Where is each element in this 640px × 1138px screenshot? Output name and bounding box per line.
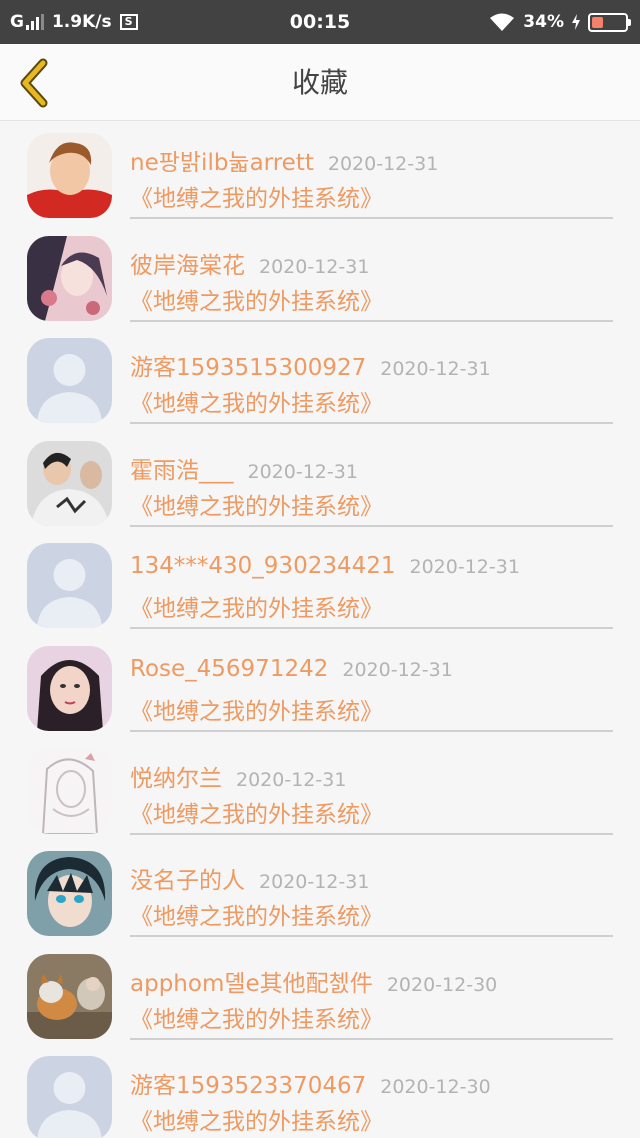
book-title[interactable]: 《地缚之我的外挂系统》 <box>130 589 383 623</box>
avatar[interactable] <box>27 235 112 321</box>
divider <box>130 729 613 732</box>
divider <box>130 935 613 938</box>
user-name[interactable]: 游客1593515300927 <box>130 355 366 381</box>
book-title[interactable]: 《地缚之我的外挂系统》 <box>130 384 383 418</box>
header: 收藏 <box>0 44 640 121</box>
list-item[interactable]: apphom뎰e其他配쳀件 2020-12-30 《地缚之我的外挂系统》 <box>0 942 640 1045</box>
item-date: 2020-12-31 <box>247 460 358 483</box>
book-title[interactable]: 《地缚之我的外挂系统》 <box>130 692 383 726</box>
item-header: Rose_456971242 2020-12-31 <box>130 656 620 688</box>
book-title[interactable]: 《地缚之我的外挂系统》 <box>130 282 383 316</box>
item-header: 没名子的人 2020-12-31 <box>130 861 620 894</box>
user-name[interactable]: Rose_456971242 <box>130 656 328 682</box>
divider <box>130 524 613 527</box>
battery-percent: 34% <box>523 12 564 32</box>
avatar[interactable] <box>27 440 112 526</box>
list-item[interactable]: 134***430_930234421 2020-12-31 《地缚之我的外挂系统》 <box>0 531 640 634</box>
list-item[interactable]: 游客1593515300927 2020-12-31 《地缚之我的外挂系统》 <box>0 326 640 429</box>
item-date: 2020-12-31 <box>259 871 370 894</box>
list-item[interactable]: Rose_456971242 2020-12-31 《地缚之我的外挂系统》 <box>0 634 640 737</box>
item-header: apphom뎰e其他配쳀件 2020-12-30 <box>130 964 620 997</box>
book-title[interactable]: 《地缚之我的外挂系统》 <box>130 1000 383 1034</box>
user-name[interactable]: apphom뎰e其他配쳀件 <box>130 971 373 997</box>
item-header: 游客1593523370467 2020-12-30 <box>130 1066 620 1099</box>
list-item[interactable]: ne팡밝ilb눏arrett 2020-12-31 《地缚之我的外挂系统》 <box>0 121 640 224</box>
user-name[interactable]: 霍雨浩___ <box>130 458 234 484</box>
item-date: 2020-12-31 <box>236 768 347 791</box>
avatar[interactable] <box>27 645 112 731</box>
avatar[interactable] <box>27 1056 112 1138</box>
item-header: 彼岸海棠花 2020-12-31 <box>130 246 620 279</box>
list-item[interactable]: 彼岸海棠花 2020-12-31 《地缚之我的外挂系统》 <box>0 224 640 327</box>
divider <box>130 422 613 425</box>
divider <box>130 832 613 835</box>
user-name[interactable]: 游客1593523370467 <box>130 1073 366 1099</box>
divider <box>130 319 613 322</box>
user-name[interactable]: 没名子的人 <box>130 868 245 894</box>
book-title[interactable]: 《地缚之我的外挂系统》 <box>130 1102 383 1136</box>
item-date: 2020-12-31 <box>380 358 491 381</box>
user-name[interactable]: ne팡밝ilb눏arrett <box>130 150 314 176</box>
favorites-list: ne팡밝ilb눏arrett 2020-12-31 《地缚之我的外挂系统》 彼岸海棠花… <box>0 121 640 1138</box>
item-date: 2020-12-30 <box>380 1076 491 1099</box>
avatar[interactable] <box>27 851 112 937</box>
avatar[interactable] <box>27 543 112 629</box>
user-name[interactable]: 悦纳尔兰 <box>130 766 222 792</box>
item-date: 2020-12-31 <box>342 658 453 681</box>
item-header: 游客1593515300927 2020-12-31 <box>130 348 620 381</box>
user-name[interactable]: 134***430_930234421 <box>130 553 396 579</box>
battery-icon <box>588 12 631 32</box>
item-header: 霍雨浩___ 2020-12-31 <box>130 451 620 484</box>
list-item[interactable]: 游客1593523370467 2020-12-30 《地缚之我的外挂系统》 <box>0 1044 640 1138</box>
list-item[interactable]: 霍雨浩___ 2020-12-31 《地缚之我的外挂系统》 <box>0 429 640 532</box>
item-date: 2020-12-31 <box>409 556 520 579</box>
avatar[interactable] <box>27 748 112 834</box>
item-header: 134***430_930234421 2020-12-31 <box>130 553 620 585</box>
list-item[interactable]: 没名子的人 2020-12-31 《地缚之我的外挂系统》 <box>0 839 640 942</box>
item-header: ne팡밝ilb눏arrett 2020-12-31 <box>130 143 620 176</box>
item-date: 2020-12-31 <box>259 255 370 278</box>
divider <box>130 1037 613 1040</box>
avatar[interactable] <box>27 338 112 424</box>
wifi-icon <box>490 13 515 31</box>
battery-level <box>592 16 603 28</box>
book-title[interactable]: 《地缚之我的外挂系统》 <box>130 179 383 213</box>
page-title: 收藏 <box>291 66 348 99</box>
user-name[interactable]: 彼岸海棠花 <box>130 253 245 279</box>
item-header: 悦纳尔兰 2020-12-31 <box>130 759 620 792</box>
avatar[interactable] <box>27 953 112 1039</box>
list-item[interactable]: 悦纳尔兰 2020-12-31 《地缚之我的外挂系统》 <box>0 737 640 840</box>
divider <box>130 627 613 630</box>
status-right: 34% <box>489 0 631 44</box>
item-date: 2020-12-31 <box>327 153 439 175</box>
item-date: 2020-12-30 <box>386 973 498 996</box>
divider <box>130 217 613 219</box>
book-title[interactable]: 《地缚之我的外挂系统》 <box>130 487 383 521</box>
book-title[interactable]: 《地缚之我的外挂系统》 <box>130 795 383 829</box>
charging-icon <box>572 14 580 30</box>
avatar[interactable] <box>27 133 112 218</box>
book-title[interactable]: 《地缚之我的外挂系统》 <box>130 897 383 931</box>
status-bar: G 1.9K/s S 00:15 34% <box>0 0 640 44</box>
